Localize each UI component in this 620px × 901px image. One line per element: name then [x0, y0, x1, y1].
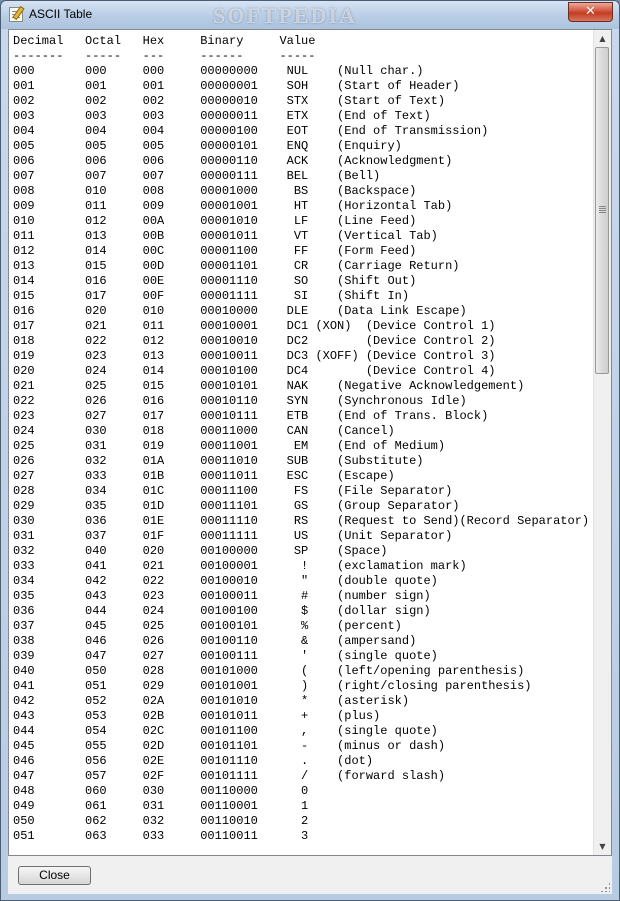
close-button[interactable]: Close [18, 866, 91, 885]
scrollbar-thumb[interactable] [595, 47, 609, 374]
table-row: 022 026 016 00010110 SYN (Synchronous Id… [13, 394, 467, 408]
scroll-up-icon[interactable]: ▲ [594, 30, 611, 47]
table-row: 050 062 032 00110010 2 [13, 814, 309, 828]
table-row: 025 031 019 00011001 EM (End of Medium) [13, 439, 446, 453]
table-row: 028 034 01C 00011100 FS (File Separator) [13, 484, 453, 498]
window-title: ASCII Table [29, 7, 93, 21]
table-row: 020 024 014 00010100 DC4 (Device Control… [13, 364, 496, 378]
table-row: 024 030 018 00011000 CAN (Cancel) [13, 424, 395, 438]
table-row: 009 011 009 00001001 HT (Horizontal Tab) [13, 199, 453, 213]
table-row: 021 025 015 00010101 NAK (Negative Ackno… [13, 379, 525, 393]
table-row: 016 020 010 00010000 DLE (Data Link Esca… [13, 304, 467, 318]
table-row: 014 016 00E 00001110 SO (Shift Out) [13, 274, 417, 288]
table-row: 033 041 021 00100001 ! (exclamation mark… [13, 559, 467, 573]
table-header-row: Decimal Octal Hex Binary Value [13, 34, 316, 48]
table-row: 032 040 020 00100000 SP (Space) [13, 544, 388, 558]
table-row: 003 003 003 00000011 ETX (End of Text) [13, 109, 431, 123]
table-row: 012 014 00C 00001100 FF (Form Feed) [13, 244, 417, 258]
table-row: 049 061 031 00110001 1 [13, 799, 309, 813]
table-row: 029 035 01D 00011101 GS (Group Separator… [13, 499, 460, 513]
table-row: 041 051 029 00101001 ) (right/closing pa… [13, 679, 532, 693]
table-row: 036 044 024 00100100 $ (dollar sign) [13, 604, 431, 618]
watermark: SOFTPEDIA [213, 3, 357, 28]
table-row: 031 037 01F 00011111 US (Unit Separator) [13, 529, 453, 543]
scroll-down-icon[interactable]: ▼ [594, 838, 611, 855]
table-row: 035 043 023 00100011 # (number sign) [13, 589, 431, 603]
table-row: 042 052 02A 00101010 * (asterisk) [13, 694, 410, 708]
table-row: 017 021 011 00010001 DC1 (XON) (Device C… [13, 319, 496, 333]
table-row: 040 050 028 00101000 ( (left/opening par… [13, 664, 525, 678]
title-bar[interactable]: ASCII Table SOFTPEDIA ✕ [1, 1, 619, 29]
table-row: 001 001 001 00000001 SOH (Start of Heade… [13, 79, 460, 93]
table-row: 039 047 027 00100111 ' (single quote) [13, 649, 438, 663]
table-row: 046 056 02E 00101110 . (dot) [13, 754, 374, 768]
table-row: 004 004 004 00000100 EOT (End of Transmi… [13, 124, 489, 138]
table-row: 037 045 025 00100101 % (percent) [13, 619, 402, 633]
table-row: 027 033 01B 00011011 ESC (Escape) [13, 469, 395, 483]
table-row: 015 017 00F 00001111 SI (Shift In) [13, 289, 410, 303]
table-row: 026 032 01A 00011010 SUB (Substitute) [13, 454, 424, 468]
table-row: 023 027 017 00010111 ETB (End of Trans. … [13, 409, 489, 423]
table-row: 051 063 033 00110011 3 [13, 829, 309, 843]
table-row: 045 055 02D 00101101 - (minus or dash) [13, 739, 446, 753]
vertical-scrollbar[interactable]: ▲ ▼ [593, 30, 611, 855]
ascii-table-window: ASCII Table SOFTPEDIA ✕ Decimal Octal He… [0, 0, 620, 901]
table-row: 047 057 02F 00101111 / (forward slash) [13, 769, 446, 783]
close-icon: ✕ [585, 4, 596, 19]
thumb-grip-icon [599, 206, 606, 207]
ascii-table-content: Decimal Octal Hex Binary Value ------- --… [13, 34, 595, 853]
table-row: 006 006 006 00000110 ACK (Acknowledgment… [13, 154, 453, 168]
table-row: 044 054 02C 00101100 , (single quote) [13, 724, 438, 738]
resize-grip-icon[interactable] [600, 882, 610, 892]
table-row: 008 010 008 00001000 BS (Backspace) [13, 184, 417, 198]
table-row: 034 042 022 00100010 " (double quote) [13, 574, 438, 588]
table-row: 030 036 01E 00011110 RS (Request to Send… [13, 514, 590, 528]
ascii-table-textbox[interactable]: Decimal Octal Hex Binary Value ------- --… [8, 29, 612, 856]
table-row: 013 015 00D 00001101 CR (Carriage Return… [13, 259, 460, 273]
table-header-row: ------- ----- --- ------ ----- [13, 49, 316, 63]
table-row: 005 005 005 00000101 ENQ (Enquiry) [13, 139, 402, 153]
table-row: 007 007 007 00000111 BEL (Bell) [13, 169, 381, 183]
table-row: 011 013 00B 00001011 VT (Vertical Tab) [13, 229, 438, 243]
table-row: 048 060 030 00110000 0 [13, 784, 309, 798]
table-row: 002 002 002 00000010 STX (Start of Text) [13, 94, 446, 108]
notepad-icon [9, 7, 23, 22]
table-row: 010 012 00A 00001010 LF (Line Feed) [13, 214, 417, 228]
dialog-client-area: Decimal Octal Hex Binary Value ------- --… [8, 29, 612, 894]
table-row: 038 046 026 00100110 & (ampersand) [13, 634, 417, 648]
table-row: 043 053 02B 00101011 + (plus) [13, 709, 381, 723]
table-row: 000 000 000 00000000 NUL (Null char.) [13, 64, 424, 78]
window-close-button[interactable]: ✕ [568, 2, 613, 22]
table-row: 019 023 013 00010011 DC3 (XOFF) (Device … [13, 349, 496, 363]
table-row: 018 022 012 00010010 DC2 (Device Control… [13, 334, 496, 348]
